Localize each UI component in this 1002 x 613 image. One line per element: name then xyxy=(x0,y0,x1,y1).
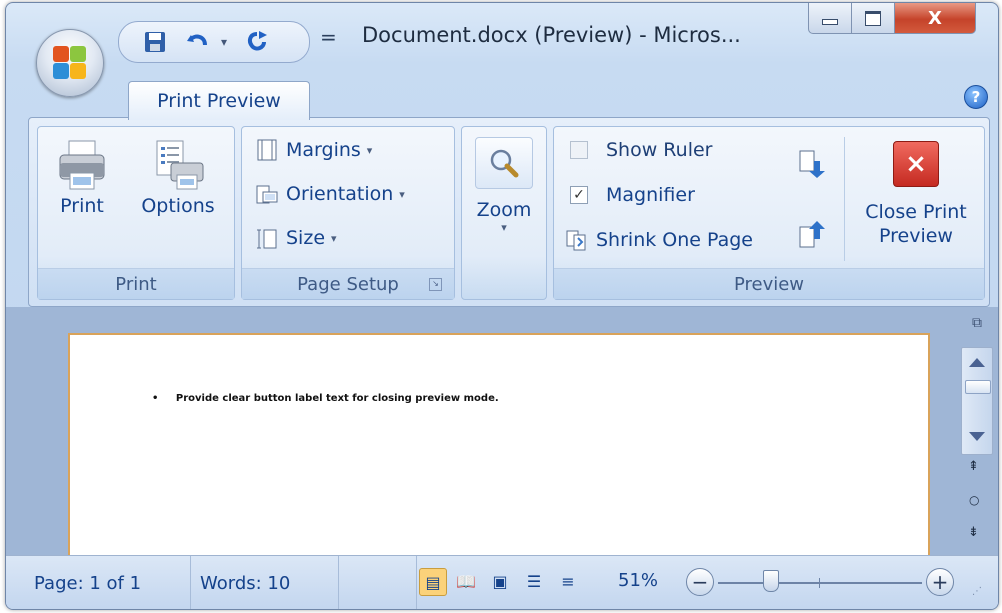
document-bullet-item: • Provide clear button label text for cl… xyxy=(152,393,499,404)
show-ruler-check-box[interactable] xyxy=(570,141,588,159)
orientation-icon xyxy=(256,185,278,204)
shrink-page-icon xyxy=(566,230,586,251)
size-icon xyxy=(257,229,277,249)
scroll-down-icon[interactable] xyxy=(969,432,985,441)
zoom-label: Zoom xyxy=(476,199,532,221)
ribbon: Print Options Print Margins ▾ Orientatio… xyxy=(28,117,990,307)
preview-group-label: Preview xyxy=(554,268,984,299)
tab-print-preview[interactable]: Print Preview xyxy=(128,81,310,120)
zoom-slider-thumb[interactable] xyxy=(763,570,780,592)
options-button[interactable]: Options xyxy=(134,139,222,217)
margins-button[interactable]: Margins ▾ xyxy=(256,139,372,161)
print-button[interactable]: Print xyxy=(52,139,112,217)
quick-access-toolbar: ▾ xyxy=(118,21,310,63)
page-count[interactable]: Page: 1 of 1 xyxy=(26,556,191,609)
close-print-preview-button[interactable]: × Close Print Preview xyxy=(854,141,978,247)
resize-grip-icon[interactable]: ⋰ xyxy=(972,586,982,597)
minimize-button[interactable] xyxy=(808,3,852,34)
vertical-scrollbar[interactable] xyxy=(961,347,993,455)
full-screen-reading-icon[interactable]: 📖 xyxy=(453,568,479,594)
scroll-thumb[interactable] xyxy=(965,380,991,394)
next-page-scroll-icon[interactable]: ⇟ xyxy=(968,525,979,540)
page-setup-label-text: Page Setup xyxy=(297,273,399,295)
previous-page-scroll-icon[interactable]: ⇞ xyxy=(968,459,979,474)
select-browse-object-icon[interactable]: ○ xyxy=(969,493,979,507)
view-buttons: ▤ 📖 ▣ ☰ ≡ xyxy=(411,556,596,609)
print-label: Print xyxy=(60,195,104,217)
window-title: Document.docx (Preview) - Micros... xyxy=(362,23,741,47)
options-label: Options xyxy=(141,195,215,217)
bullet-text: Provide clear button label text for clos… xyxy=(175,393,499,404)
zoom-slider-track[interactable] xyxy=(718,578,922,588)
zoom-out-icon[interactable]: − xyxy=(686,568,714,596)
size-label: Size xyxy=(286,227,326,249)
preview-group: Show Ruler ✓ Magnifier Shrink One Page ×… xyxy=(553,126,985,300)
minimize-icon xyxy=(822,19,838,25)
web-layout-icon[interactable]: ▣ xyxy=(487,568,513,594)
print-group-label: Print xyxy=(38,268,234,299)
word-window: ▾ = Document.docx (Preview) - Micros... … xyxy=(5,2,999,610)
status-bar: Page: 1 of 1 Words: 10 ▤ 📖 ▣ ☰ ≡ 51% − +… xyxy=(6,555,998,609)
close-window-button[interactable]: X xyxy=(894,3,976,34)
print-group: Print Options Print xyxy=(37,126,235,300)
zoom-percent[interactable]: 51% xyxy=(618,570,658,591)
show-ruler-checkbox[interactable]: Show Ruler xyxy=(570,139,712,161)
draft-view-icon[interactable]: ≡ xyxy=(555,568,581,594)
help-icon[interactable]: ? xyxy=(964,85,988,109)
ribbon-tab-bar: Print Preview ? xyxy=(6,73,998,120)
outline-view-icon[interactable]: ☰ xyxy=(521,568,547,594)
orientation-button[interactable]: Orientation ▾ xyxy=(256,183,405,205)
page-setup-group-label: Page Setup ↘ xyxy=(242,268,454,299)
print-options-icon xyxy=(156,140,204,190)
close-icon: X xyxy=(928,7,942,29)
page-setup-group: Margins ▾ Orientation ▾ Size ▾ Page Setu… xyxy=(241,126,455,300)
zoom-in-icon[interactable]: + xyxy=(926,568,954,596)
zoom-dropdown-icon: ▾ xyxy=(501,221,507,234)
printer-icon xyxy=(59,140,105,190)
print-layout-view-icon[interactable]: ▤ xyxy=(419,568,447,596)
margins-dropdown-icon: ▾ xyxy=(366,143,373,157)
next-page-icon xyxy=(799,150,825,178)
size-dropdown-icon: ▾ xyxy=(331,231,337,245)
redo-icon[interactable] xyxy=(243,29,271,55)
shrink-label: Shrink One Page xyxy=(596,229,754,251)
close-preview-label-1: Close Print xyxy=(865,201,967,223)
shrink-one-page-button[interactable]: Shrink One Page xyxy=(566,229,753,251)
magnifier-label: Magnifier xyxy=(606,184,695,206)
maximize-button[interactable] xyxy=(851,3,895,34)
close-preview-icon: × xyxy=(893,141,939,187)
word-count[interactable]: Words: 10 xyxy=(192,556,339,609)
status-blank xyxy=(340,556,417,609)
maximize-icon xyxy=(865,10,881,26)
bullet-point-icon: • xyxy=(152,393,159,404)
margins-icon xyxy=(257,139,277,161)
preview-divider xyxy=(844,137,845,261)
undo-icon[interactable] xyxy=(183,29,211,55)
orientation-label: Orientation xyxy=(286,183,394,205)
close-preview-label-2: Preview xyxy=(879,225,953,247)
next-page-button[interactable] xyxy=(798,149,826,179)
split-view-icon[interactable]: ⧉ xyxy=(966,315,988,335)
undo-dropdown-icon[interactable]: ▾ xyxy=(215,29,233,55)
zoom-group: Zoom ▾ xyxy=(461,126,547,300)
previous-page-button[interactable] xyxy=(798,219,826,249)
size-button[interactable]: Size ▾ xyxy=(256,227,337,249)
margins-label: Margins xyxy=(286,139,361,161)
magnifier-check-box[interactable]: ✓ xyxy=(570,186,588,204)
show-ruler-label: Show Ruler xyxy=(606,139,713,161)
orientation-dropdown-icon: ▾ xyxy=(399,187,405,201)
office-logo-icon xyxy=(53,46,87,80)
customize-qat-icon[interactable]: = xyxy=(320,25,337,49)
previous-page-icon xyxy=(799,221,825,248)
scroll-up-icon[interactable] xyxy=(969,358,985,367)
save-icon[interactable] xyxy=(141,29,169,55)
magnifying-glass-icon xyxy=(490,149,519,178)
office-button[interactable] xyxy=(36,29,104,97)
zoom-button[interactable]: Zoom ▾ xyxy=(470,137,538,234)
magnifier-checkbox[interactable]: ✓ Magnifier xyxy=(570,184,695,206)
dialog-launcher-icon[interactable]: ↘ xyxy=(429,278,442,291)
preview-page[interactable] xyxy=(68,333,930,565)
